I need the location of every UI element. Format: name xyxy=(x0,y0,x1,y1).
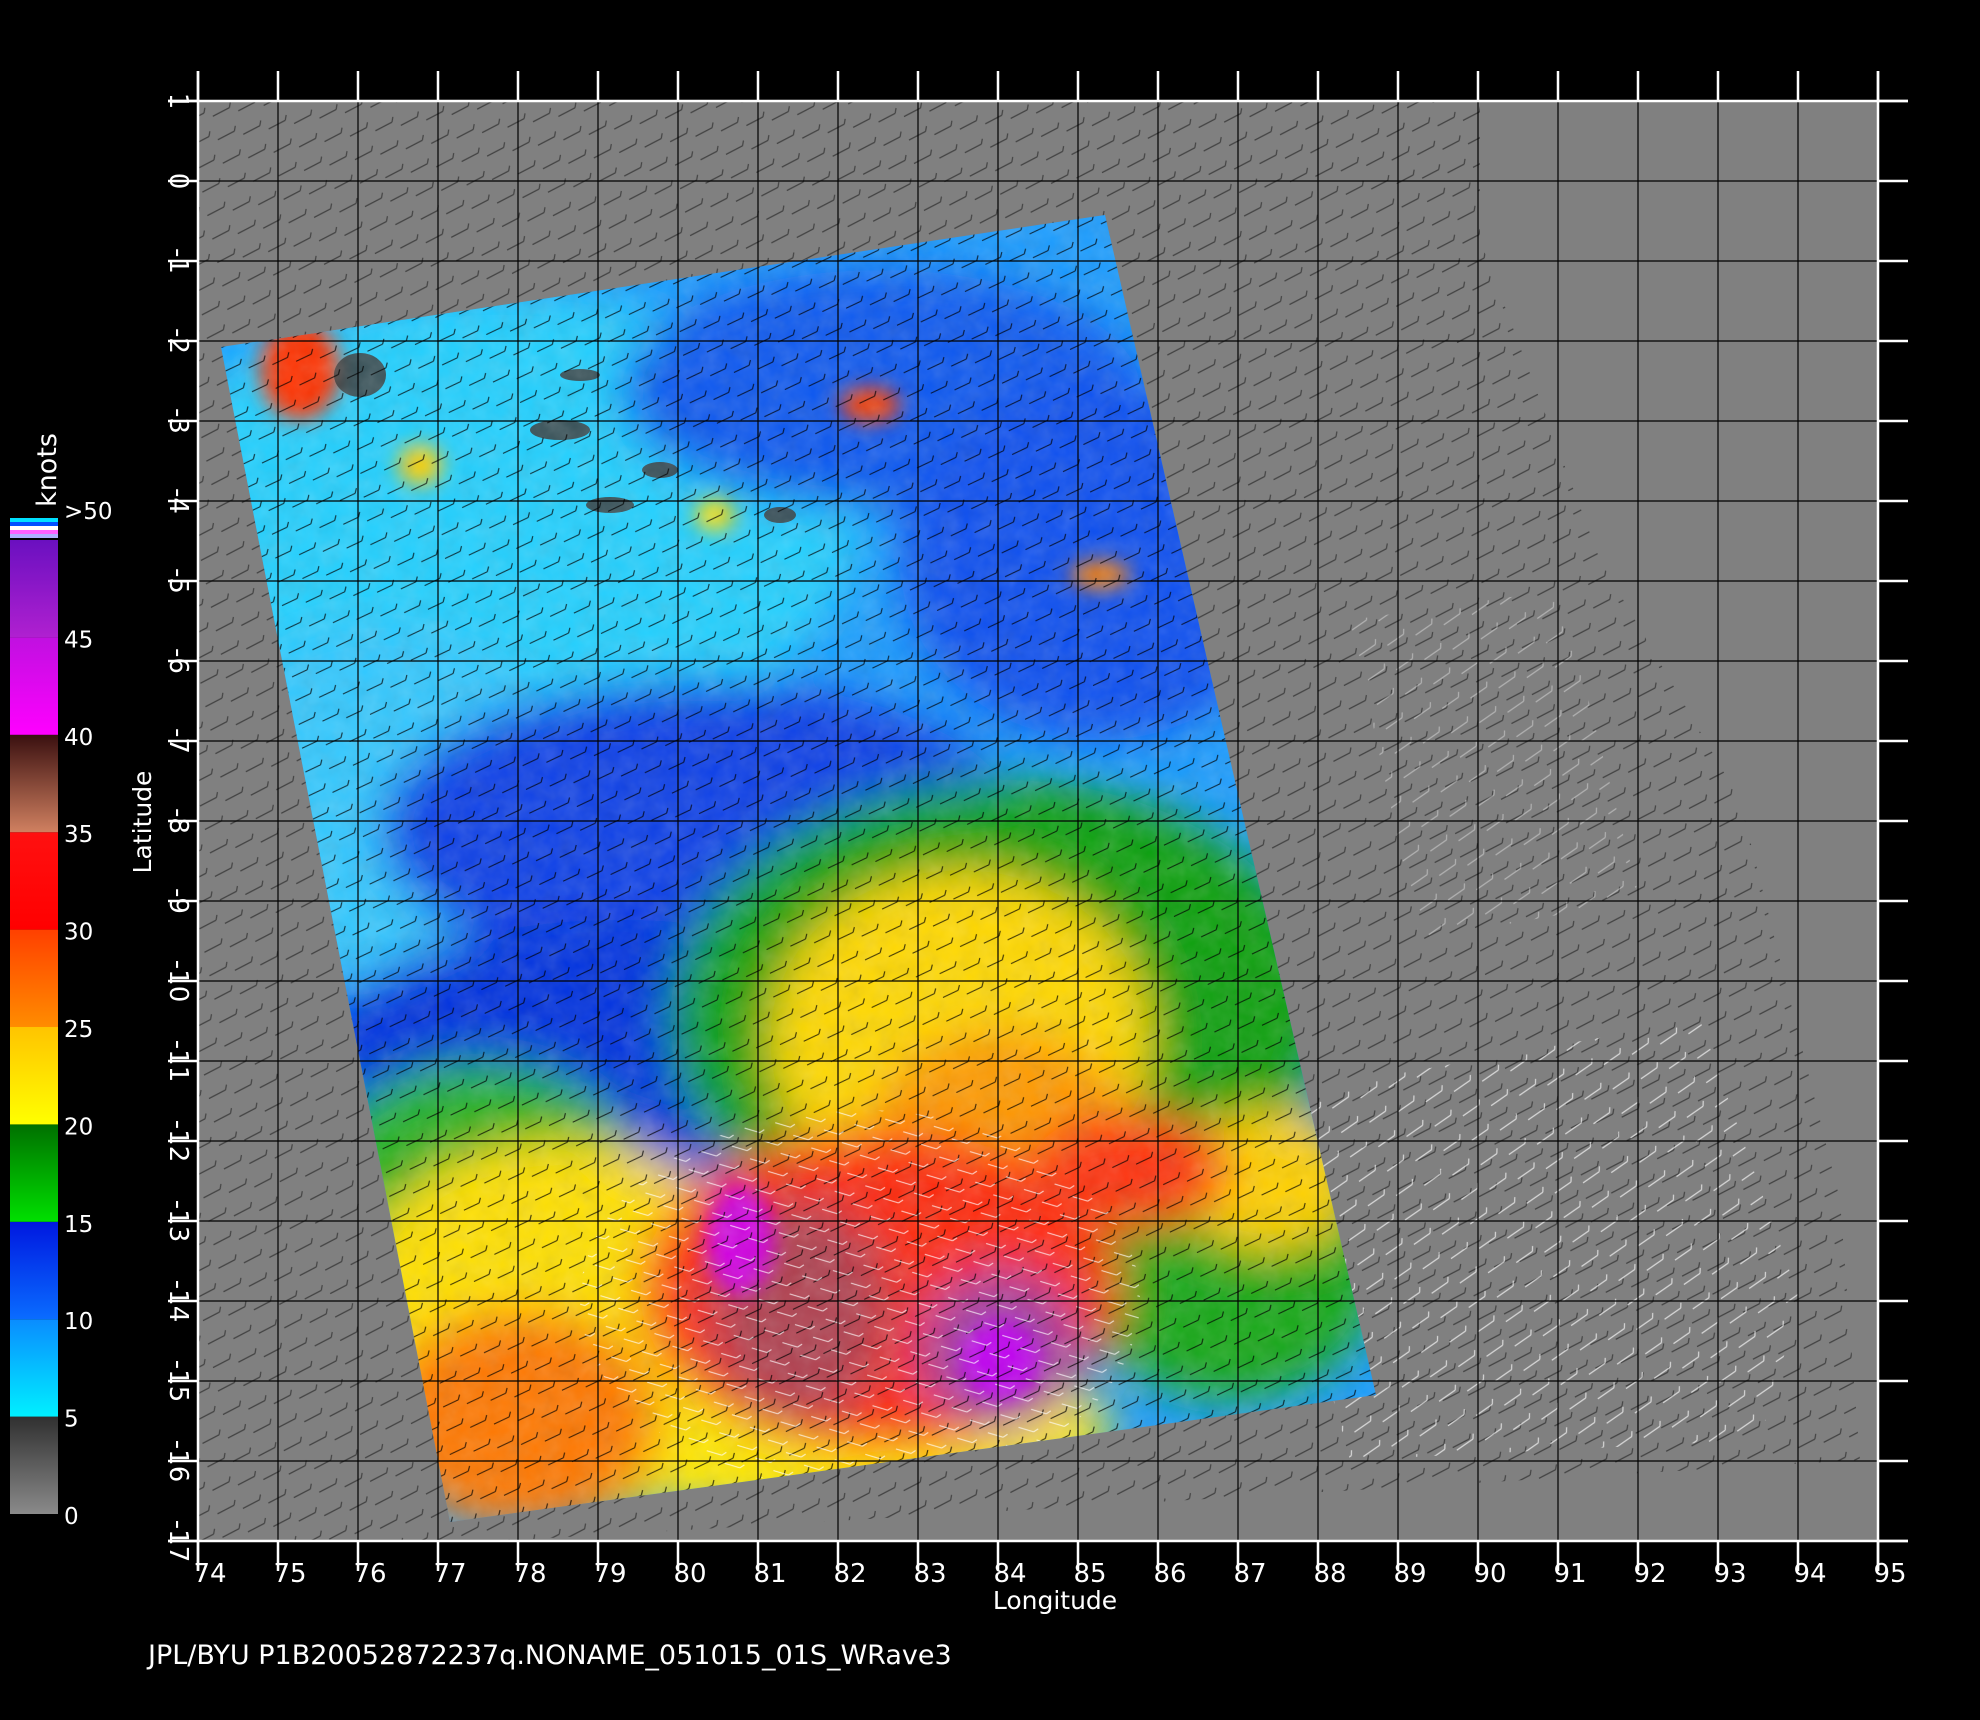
y-tick-label: -3 xyxy=(163,408,193,434)
colorbar-label: 40 xyxy=(64,725,93,751)
colorbar-overflow-stripe xyxy=(10,522,58,526)
y-tick-label: 0 xyxy=(163,173,193,190)
colorbar-label: 0 xyxy=(64,1504,79,1530)
y-tick-label: -10 xyxy=(163,960,193,1002)
colorbar-segment xyxy=(10,832,58,930)
colorbar-overflow-stripe xyxy=(10,534,58,538)
colorbar-segment xyxy=(10,1319,58,1417)
x-tick-label: 75 xyxy=(273,1559,306,1589)
x-tick-label: 82 xyxy=(833,1559,866,1589)
y-tick-label: -5 xyxy=(163,568,193,594)
x-tick-label: 81 xyxy=(753,1559,786,1589)
colorbar-segment xyxy=(10,540,58,638)
colorbar-labels: >50 45 40 35 30 25 20 15 10 5 0 xyxy=(64,499,113,1530)
x-tick-label: 94 xyxy=(1793,1559,1826,1589)
wind-speed-colorbar xyxy=(10,518,58,1514)
colorbar-segment xyxy=(10,929,58,1027)
x-tick-label: 76 xyxy=(353,1559,386,1589)
colorbar-segment xyxy=(10,1221,58,1320)
colorbar-label: 35 xyxy=(64,822,93,848)
colorbar-overflow-stripe xyxy=(10,518,58,522)
x-tick-label: 91 xyxy=(1553,1559,1586,1589)
x-tick-label: 93 xyxy=(1713,1559,1746,1589)
colorbar-label: 10 xyxy=(64,1309,93,1335)
colorbar-segment xyxy=(10,1124,58,1222)
x-tick-label: 86 xyxy=(1153,1559,1186,1589)
x-tick-label: 80 xyxy=(673,1559,706,1589)
footer-caption: JPL/BYU P1B20052872237q.NONAME_051015_01… xyxy=(148,1640,952,1671)
colorbar-label: 5 xyxy=(64,1407,79,1433)
colorbar-segment xyxy=(10,1027,58,1125)
x-tick-label: 88 xyxy=(1313,1559,1346,1589)
x-tick-label: 87 xyxy=(1233,1559,1266,1589)
x-tick-label: 84 xyxy=(993,1559,1026,1589)
colorbar-segment xyxy=(10,734,58,833)
y-tick-label: -16 xyxy=(163,1440,193,1482)
colorbar-label: 15 xyxy=(64,1212,93,1238)
wind-map: 74 75 76 77 78 79 80 81 82 83 84 85 86 87 88 89 90 91 92 93… xyxy=(10,71,1908,1615)
x-tick-label: 90 xyxy=(1473,1559,1506,1589)
y-tick-labels: 1 0 -1 -2 -3 -4 -5 -6 -7 -8 -9 -10 -11 -12 -13 -14 -15 -1… xyxy=(163,93,193,1563)
colorbar-overflow-stripe xyxy=(10,526,58,530)
x-tick-label: 95 xyxy=(1873,1559,1906,1589)
colorbar-label: 20 xyxy=(64,1114,93,1140)
y-tick-label: -11 xyxy=(163,1040,193,1082)
colorbar-segment xyxy=(10,637,58,735)
x-tick-label: 85 xyxy=(1073,1559,1106,1589)
y-tick-label: -9 xyxy=(163,888,193,914)
colorbar-label: >50 xyxy=(64,499,113,525)
y-axis-label: Latitude xyxy=(128,771,157,874)
colorbar-label: 30 xyxy=(64,920,93,946)
y-tick-label: -2 xyxy=(163,328,193,354)
y-tick-label: -13 xyxy=(163,1200,193,1242)
x-tick-label: 78 xyxy=(513,1559,546,1589)
x-tick-label: 79 xyxy=(593,1559,626,1589)
colorbar-label: 45 xyxy=(64,627,93,653)
x-tick-labels: 74 75 76 77 78 79 80 81 82 83 84 85 86 87 88 89 90 91 92 93… xyxy=(193,1559,1906,1589)
y-tick-label: -15 xyxy=(163,1360,193,1402)
y-tick-label: -7 xyxy=(163,728,193,754)
colorbar-unit: knots xyxy=(32,433,63,507)
x-tick-label: 74 xyxy=(193,1559,226,1589)
colorbar-segment xyxy=(10,1416,58,1514)
x-axis-label: Longitude xyxy=(993,1586,1117,1615)
x-tick-label: 92 xyxy=(1633,1559,1666,1589)
y-tick-label: -1 xyxy=(163,248,193,274)
y-tick-label: 1 xyxy=(163,93,193,110)
y-tick-label: -17 xyxy=(163,1520,193,1562)
x-tick-label: 89 xyxy=(1393,1559,1426,1589)
y-tick-label: -4 xyxy=(163,488,193,514)
x-tick-label: 83 xyxy=(913,1559,946,1589)
colorbar-overflow-stripe xyxy=(10,530,58,534)
x-tick-label: 77 xyxy=(433,1559,466,1589)
y-tick-label: -12 xyxy=(163,1120,193,1162)
y-tick-label: -8 xyxy=(163,808,193,834)
y-tick-label: -6 xyxy=(163,648,193,674)
y-tick-label: -14 xyxy=(163,1280,193,1322)
colorbar-label: 25 xyxy=(64,1017,93,1043)
